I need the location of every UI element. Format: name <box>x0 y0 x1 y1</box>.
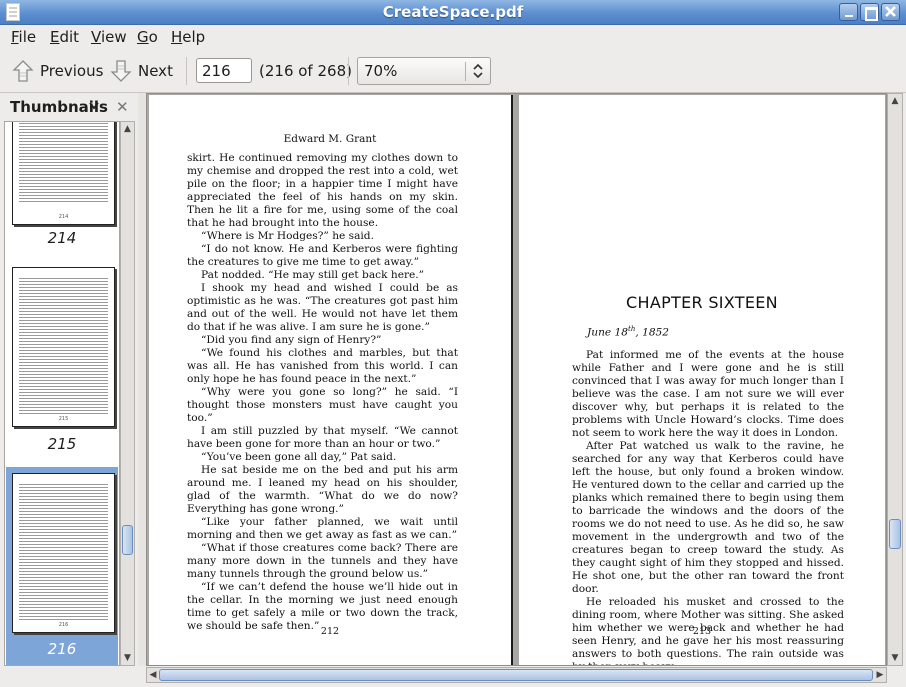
paragraph: “Like your father planned, we wait until… <box>187 516 458 541</box>
thumbnail-text <box>19 122 108 202</box>
paragraph: skirt. He continued removing my clothes … <box>187 152 458 229</box>
page-number: 213 <box>692 626 712 637</box>
updown-chevron-icon <box>473 63 483 79</box>
scroll-down-icon[interactable]: ▼ <box>122 652 133 664</box>
sidebar-splitter[interactable] <box>138 93 146 666</box>
document-view[interactable]: Edward M. Grant skirt. He continued remo… <box>146 93 887 666</box>
page-left: Edward M. Grant skirt. He continued remo… <box>149 95 511 665</box>
maximize-button[interactable] <box>860 3 879 21</box>
zoom-value: 70% <box>364 62 398 80</box>
arrow-down-icon <box>110 59 132 83</box>
thumbnail-page-number: 214 <box>58 214 69 220</box>
page-number: 212 <box>320 626 340 637</box>
menu-view[interactable]: View <box>91 28 127 46</box>
minimize-button[interactable] <box>839 3 858 21</box>
sidebar-scrollbar[interactable]: ▲ ▼ <box>120 121 135 666</box>
thumbnail-text <box>19 482 108 620</box>
next-label: Next <box>138 62 173 80</box>
page-body-right: Pat informed me of the events at the hou… <box>572 349 844 665</box>
scroll-up-icon[interactable]: ▲ <box>122 123 133 135</box>
page-body-left: skirt. He continued removing my clothes … <box>187 152 458 633</box>
page-shadow <box>511 95 513 665</box>
paragraph: Pat nodded. “He may still get back here.… <box>201 269 425 281</box>
paragraph: Pat informed me of the events at the hou… <box>572 349 844 439</box>
thumbnail-text <box>19 276 108 414</box>
menu-edit[interactable]: Edit <box>50 28 79 46</box>
thumbnail-label: 215 <box>47 435 77 453</box>
previous-label: Previous <box>40 62 104 80</box>
chapter-date: June 18th, 1852 <box>587 325 670 339</box>
close-icon <box>885 6 896 17</box>
horizontal-scroll-thumb[interactable] <box>159 669 873 681</box>
sidebar-header: Thumbnails ✕ <box>0 93 138 120</box>
thumbnail-page[interactable]: 214 <box>12 122 115 225</box>
window-title: CreateSpace.pdf <box>382 3 524 21</box>
zoom-divider <box>465 62 466 81</box>
close-window-button[interactable] <box>881 3 900 21</box>
scroll-left-icon[interactable]: ◀ <box>147 669 159 681</box>
thumbnail-page[interactable]: 215 <box>12 267 115 427</box>
paragraph: “What if those creatures come back? Ther… <box>187 542 458 580</box>
paragraph: I shook my head and wished I could be as… <box>187 282 458 333</box>
running-head: Edward M. Grant <box>283 133 377 145</box>
previous-button[interactable]: Previous <box>12 55 103 87</box>
thumbnail-label: 216 <box>47 640 77 658</box>
menu-file[interactable]: File <box>11 28 36 46</box>
paragraph: “We found his clothes and marbles, but t… <box>187 347 458 385</box>
document-horizontal-scrollbar[interactable]: ◀ ▶ <box>146 667 887 683</box>
scroll-right-icon[interactable]: ▶ <box>874 669 886 681</box>
thumbnail-label: 214 <box>47 229 77 247</box>
chapter-heading: CHAPTER SIXTEEN <box>626 293 778 312</box>
page-right: CHAPTER SIXTEEN June 18th, 1852 Pat info… <box>519 95 885 665</box>
paragraph: “Why were you gone so long?” he said. “I… <box>187 386 458 424</box>
scroll-up-icon[interactable]: ▲ <box>889 95 901 107</box>
zoom-select[interactable]: 70% <box>357 57 491 85</box>
next-button[interactable]: Next <box>110 55 173 87</box>
menu-bar: File Edit View Go Help <box>0 25 906 49</box>
title-bar: CreateSpace.pdf <box>0 0 906 25</box>
thumbnail-list[interactable]: 214 214 215 215 216 216 <box>4 121 120 666</box>
paragraph: “Where is Mr Hodges?” he said. <box>201 230 374 242</box>
thumbnail-page-number: 216 <box>58 622 69 628</box>
paragraph: “I do not know. He and Kerberos were fig… <box>187 243 458 268</box>
paragraph: He sat beside me on the bed and put his … <box>187 464 458 515</box>
sidebar-close-icon[interactable]: ✕ <box>116 98 129 116</box>
paragraph: After Pat watched us walk to the ravine,… <box>572 440 844 595</box>
thumbnail-page-selected[interactable]: 216 <box>12 473 115 633</box>
document-vertical-scrollbar[interactable]: ▲ ▼ <box>887 93 903 666</box>
sidebar-scroll-thumb[interactable] <box>122 525 133 555</box>
app-window: CreateSpace.pdf File Edit View Go Help P… <box>0 0 906 687</box>
paragraph: “You’ve been gone all day,” Pat said. <box>201 451 397 463</box>
chevron-down-icon[interactable] <box>89 102 99 110</box>
menu-help[interactable]: Help <box>171 28 205 46</box>
arrow-up-icon <box>12 59 34 83</box>
toolbar-separator <box>348 57 349 85</box>
vertical-scroll-thumb[interactable] <box>889 519 901 549</box>
sidebar: Thumbnails ✕ 214 214 215 215 216 216 ▲ ▼ <box>0 93 138 666</box>
scroll-down-icon[interactable]: ▼ <box>889 652 901 664</box>
paragraph: I am still puzzled by that myself. “We c… <box>187 425 458 450</box>
page-number-input[interactable] <box>196 58 252 83</box>
menu-go[interactable]: Go <box>137 28 158 46</box>
thumbnail-page-number: 215 <box>58 416 69 422</box>
page-count: (216 of 268) <box>259 62 352 80</box>
paragraph: “Did you find any sign of Henry?” <box>201 334 382 346</box>
toolbar-separator <box>186 57 187 85</box>
